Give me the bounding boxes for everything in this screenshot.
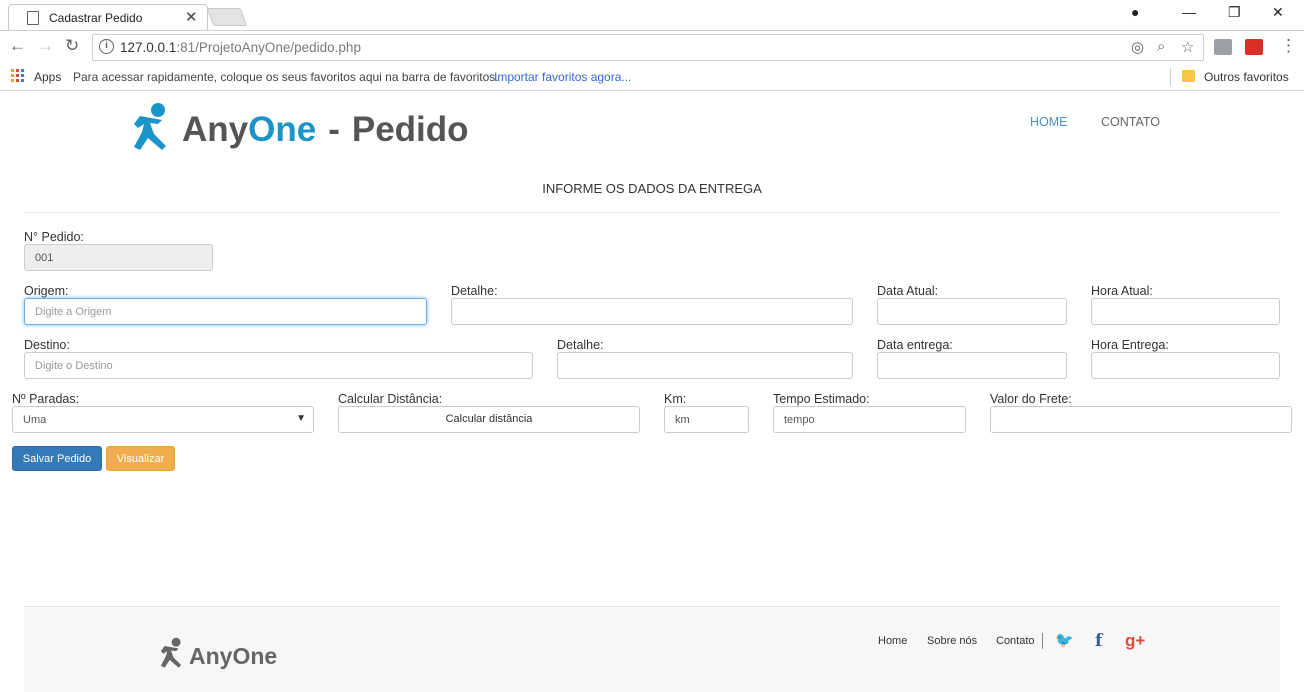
browser-toolbar: ← → ↻ i 127.0.0.1:81/ProjetoAnyOne/pedid… <box>0 30 1304 64</box>
running-man-logo-icon <box>134 103 166 150</box>
data-atual-label: Data Atual: <box>877 284 939 298</box>
address-bar[interactable]: i 127.0.0.1:81/ProjetoAnyOne/pedido.php … <box>92 34 1204 61</box>
data-entrega-label: Data entrega: <box>877 338 953 352</box>
footer: AnyOne Home Sobre nós Contato 🐦 f g+ <box>24 606 1280 692</box>
divider <box>24 212 1280 213</box>
salvar-pedido-button[interactable]: Salvar Pedido <box>12 446 102 471</box>
detalhe-origem-input[interactable] <box>451 298 853 325</box>
folder-icon <box>1182 70 1195 82</box>
footer-link-sobre[interactable]: Sobre nós <box>927 635 977 647</box>
profile-icon[interactable]: ● <box>1131 4 1139 20</box>
calcular-distancia-button[interactable]: Calcular distância <box>338 406 640 433</box>
footer-link-contato[interactable]: Contato <box>996 635 1035 647</box>
lastpass-icon[interactable] <box>1245 39 1263 55</box>
hora-atual-input[interactable] <box>1091 298 1280 325</box>
page-brand-title: AnyOne - Pedido <box>182 110 469 149</box>
minimize-icon[interactable]: — <box>1182 4 1196 20</box>
import-bookmarks-link[interactable]: Importar favoritos agora... <box>494 70 631 84</box>
visualizar-button[interactable]: Visualizar <box>106 446 175 471</box>
frete-input[interactable] <box>990 406 1292 433</box>
bookmarks-divider <box>1170 68 1171 86</box>
tab-title: Cadastrar Pedido <box>49 11 143 25</box>
origem-input[interactable]: Digite a Origem <box>24 298 427 325</box>
footer-brand: AnyOne <box>189 643 278 669</box>
detalhe-origem-label: Detalhe: <box>451 284 498 298</box>
section-title: INFORME OS DADOS DA ENTREGA <box>542 181 762 196</box>
km-label: Km: <box>664 392 687 406</box>
close-tab-icon[interactable]: ✕ <box>185 8 198 26</box>
dropdown-arrow-icon: ▼ <box>296 413 306 424</box>
page-icon <box>27 11 39 25</box>
origem-label: Origem: <box>24 284 69 298</box>
footer-logo-icon <box>160 637 182 668</box>
bookmarks-bar: Apps Para acessar rapidamente, coloque o… <box>0 64 1304 91</box>
paradas-label: Nº Paradas: <box>12 392 80 406</box>
frete-label: Valor do Frete: <box>990 392 1072 406</box>
menu-icon[interactable]: ⋮ <box>1280 36 1297 56</box>
facebook-icon[interactable]: f <box>1095 631 1102 651</box>
browser-tabstrip: Cadastrar Pedido ✕ ● — ❐ ✕ <box>0 0 1304 31</box>
restore-icon[interactable]: ❐ <box>1228 4 1241 21</box>
location-icon[interactable]: ◎ <box>1131 38 1144 56</box>
zoom-icon[interactable]: ⌕ <box>1157 38 1165 55</box>
extension-icon[interactable] <box>1214 39 1232 55</box>
back-icon[interactable]: ← <box>9 36 26 56</box>
hora-entrega-input[interactable] <box>1091 352 1280 379</box>
km-field[interactable]: km <box>664 406 749 433</box>
nav-contato[interactable]: CONTATO <box>1101 115 1160 129</box>
close-window-icon[interactable]: ✕ <box>1272 4 1284 21</box>
detalhe-destino-label: Detalhe: <box>557 338 604 352</box>
hora-entrega-label: Hora Entrega: <box>1091 338 1169 352</box>
other-bookmarks-link[interactable]: Outros favoritos <box>1204 70 1289 84</box>
browser-tab[interactable]: Cadastrar Pedido ✕ <box>8 4 208 31</box>
url-text: 127.0.0.1:81/ProjetoAnyOne/pedido.php <box>120 40 361 55</box>
paradas-selected-value: Uma <box>23 414 47 426</box>
paradas-select[interactable]: Uma ▼ <box>12 406 314 433</box>
detalhe-destino-input[interactable] <box>557 352 853 379</box>
calcular-label: Calcular Distância: <box>338 392 443 406</box>
apps-link[interactable]: Apps <box>34 70 61 84</box>
pedido-label: N° Pedido: <box>24 230 84 244</box>
bookmark-star-icon[interactable]: ☆ <box>1181 38 1194 56</box>
tempo-field[interactable]: tempo <box>773 406 966 433</box>
twitter-icon[interactable]: 🐦 <box>1055 631 1074 649</box>
reload-icon[interactable]: ↻ <box>65 36 79 56</box>
footer-link-home[interactable]: Home <box>878 635 907 647</box>
data-entrega-input[interactable] <box>877 352 1067 379</box>
tempo-label: Tempo Estimado: <box>773 392 870 406</box>
destino-label: Destino: <box>24 338 70 352</box>
pedido-number-field: 001 <box>24 244 213 271</box>
footer-divider <box>1042 633 1043 649</box>
google-plus-icon[interactable]: g+ <box>1125 631 1145 651</box>
destino-input[interactable]: Digite o Destino <box>24 352 533 379</box>
bookmarks-hint: Para acessar rapidamente, coloque os seu… <box>73 70 499 84</box>
apps-icon[interactable] <box>11 69 24 82</box>
hora-atual-label: Hora Atual: <box>1091 284 1153 298</box>
data-atual-input[interactable] <box>877 298 1067 325</box>
nav-home[interactable]: HOME <box>1030 115 1068 129</box>
site-info-icon[interactable]: i <box>99 39 114 54</box>
new-tab-button[interactable] <box>206 8 248 26</box>
forward-icon[interactable]: → <box>37 36 54 56</box>
